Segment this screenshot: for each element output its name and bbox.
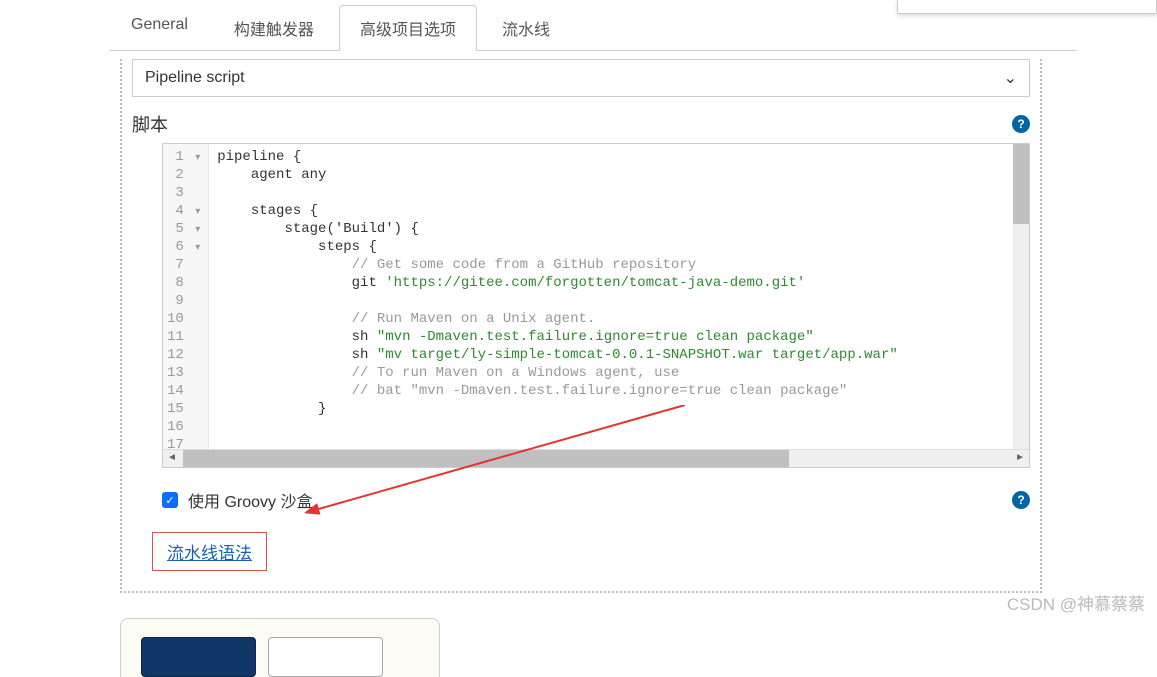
pipeline-syntax-link[interactable]: 流水线语法 bbox=[167, 544, 252, 563]
sandbox-checkbox[interactable]: ✓ bbox=[162, 492, 178, 508]
save-button[interactable] bbox=[141, 637, 256, 677]
tab-pipeline[interactable]: 流水线 bbox=[481, 5, 571, 50]
sandbox-row: ✓ 使用 Groovy 沙盒 ? bbox=[162, 488, 1030, 512]
editor-code[interactable]: pipeline { agent any stages { stage('Bui… bbox=[209, 144, 1029, 449]
footer-actions bbox=[120, 618, 440, 677]
script-header: 脚本 ? bbox=[132, 105, 1030, 143]
scroll-left-icon[interactable]: ◄ bbox=[167, 452, 177, 463]
help-icon[interactable]: ? bbox=[1012, 491, 1030, 509]
chevron-down-icon: ⌄ bbox=[1004, 68, 1017, 88]
editor-gutter: 1 ▾2 3 4 ▾5 ▾6 ▾7 8 9 10 11 12 13 14 15 … bbox=[163, 144, 209, 449]
config-tabs: General 构建触发器 高级项目选项 流水线 bbox=[110, 0, 1077, 51]
definition-select[interactable]: Pipeline script ⌄ bbox=[132, 59, 1030, 97]
scroll-right-icon[interactable]: ► bbox=[1015, 452, 1025, 463]
vertical-scrollbar[interactable] bbox=[1013, 144, 1029, 449]
horizontal-scrollbar[interactable]: ◄ ► bbox=[163, 449, 1029, 467]
vertical-scroll-thumb[interactable] bbox=[1013, 144, 1029, 224]
pipeline-section: Pipeline script ⌄ 脚本 ? 1 ▾2 3 4 ▾5 ▾6 ▾7… bbox=[120, 59, 1042, 593]
horizontal-scroll-thumb[interactable] bbox=[183, 450, 789, 467]
script-editor[interactable]: 1 ▾2 3 4 ▾5 ▾6 ▾7 8 9 10 11 12 13 14 15 … bbox=[162, 143, 1030, 468]
tab-general[interactable]: General bbox=[110, 5, 209, 50]
tab-build-triggers[interactable]: 构建触发器 bbox=[213, 5, 335, 50]
definition-value: Pipeline script bbox=[145, 69, 245, 87]
apply-button[interactable] bbox=[268, 637, 383, 677]
pipeline-syntax-link-box: 流水线语法 bbox=[152, 532, 267, 571]
help-icon[interactable]: ? bbox=[1012, 115, 1030, 133]
tab-advanced-options[interactable]: 高级项目选项 bbox=[339, 5, 477, 51]
sandbox-label: 使用 Groovy 沙盒 bbox=[188, 488, 312, 512]
script-label: 脚本 bbox=[132, 111, 168, 137]
watermark: CSDN @神慕蔡蔡 bbox=[1007, 590, 1145, 615]
